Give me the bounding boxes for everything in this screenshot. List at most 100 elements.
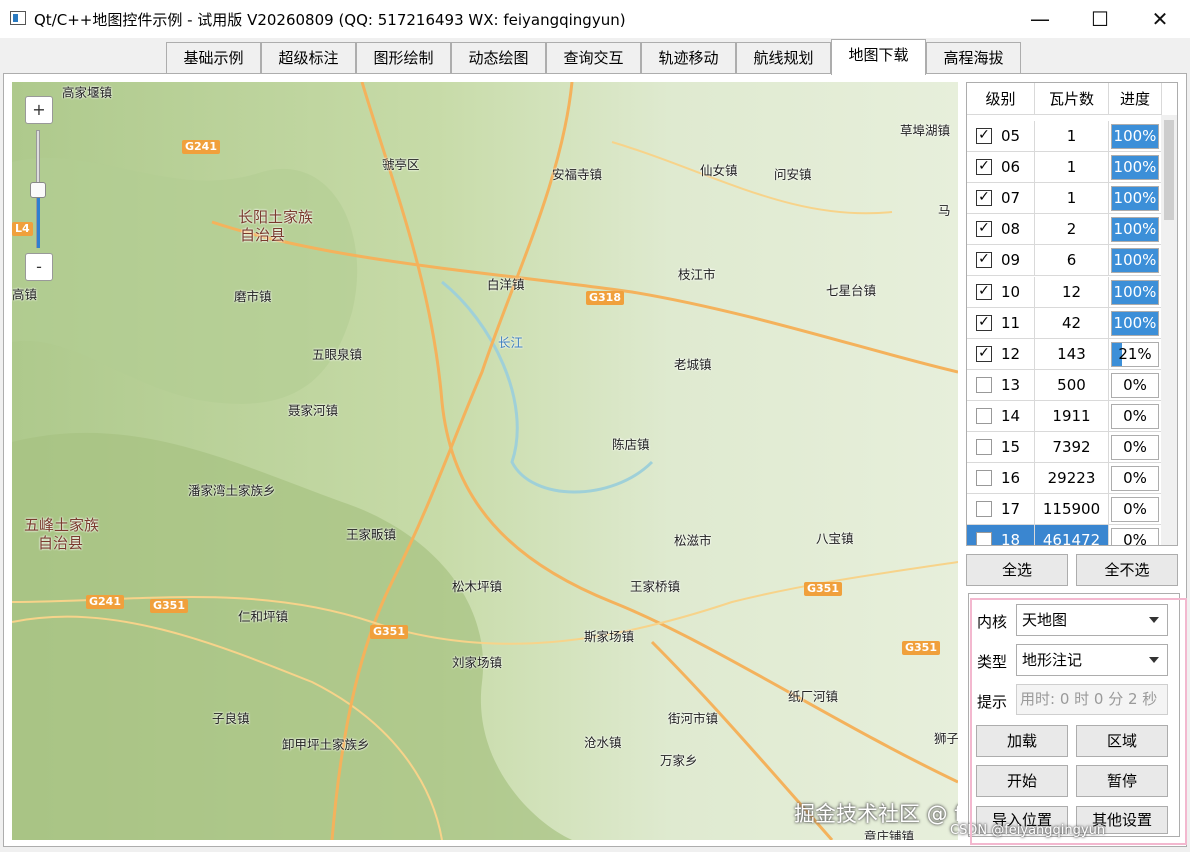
close-button[interactable]: ✕: [1137, 0, 1183, 38]
progress-cell: 0%: [1109, 400, 1162, 432]
minimize-button[interactable]: —: [1017, 0, 1063, 38]
progress-bar: 100%: [1111, 248, 1159, 274]
zoom-slider-handle[interactable]: [30, 182, 46, 198]
tab-map-download[interactable]: 地图下载: [831, 39, 926, 75]
progress-cell: 0%: [1109, 463, 1162, 495]
tab-query[interactable]: 查询交互: [546, 42, 641, 74]
tab-basic[interactable]: 基础示例: [166, 42, 261, 74]
level-checkbox[interactable]: ✓: [976, 345, 992, 362]
progress-text: 100%: [1113, 158, 1157, 177]
map-view[interactable]: 高家堰镇 虢亭区 安福寺镇 仙女镇 问安镇 草埠湖镇 长阳土家族 自治县 马 磨…: [12, 82, 958, 840]
level-cell[interactable]: ✓ 10: [967, 276, 1035, 308]
level-cell[interactable]: ✓ 06: [967, 152, 1035, 184]
level-cell[interactable]: 17: [967, 494, 1035, 526]
level-checkbox[interactable]: ✓: [976, 159, 992, 176]
tab-dynamic-draw[interactable]: 动态绘图: [451, 42, 546, 74]
table-row[interactable]: 15 7392 0%: [967, 432, 1162, 463]
table-row[interactable]: ✓ 09 6 100%: [967, 245, 1162, 277]
map-label: 松木坪镇: [452, 579, 503, 594]
tab-elevation[interactable]: 高程海拔: [926, 42, 1021, 74]
level-checkbox[interactable]: [976, 407, 992, 424]
map-label: 磨市镇: [234, 289, 272, 304]
table-row[interactable]: 17 115900 0%: [967, 494, 1162, 526]
table-row[interactable]: 16 29223 0%: [967, 463, 1162, 495]
tile-level-table[interactable]: 级别 瓦片数 进度 ✓ 05 1 100% ✓ 06 1 100% ✓ 07 1 100% ✓ 08 2 10…: [966, 82, 1178, 546]
road-marker: G241: [86, 595, 124, 609]
column-header-progress[interactable]: 进度: [1109, 83, 1162, 115]
table-scrollbar-thumb[interactable]: [1164, 120, 1174, 220]
tab-track[interactable]: 轨迹移动: [641, 42, 736, 74]
level-value: 15: [1001, 438, 1021, 456]
table-row[interactable]: ✓ 07 1 100%: [967, 183, 1162, 215]
level-checkbox[interactable]: ✓: [976, 283, 992, 300]
map-label: 白洋镇: [487, 277, 525, 292]
highlight-frame: [970, 598, 1187, 845]
level-checkbox[interactable]: [976, 470, 992, 487]
progress-bar: 0%: [1111, 466, 1159, 492]
level-checkbox[interactable]: ✓: [976, 190, 992, 207]
progress-text: 0%: [1123, 406, 1147, 425]
table-row[interactable]: ✓ 08 2 100%: [967, 214, 1162, 246]
table-row[interactable]: ✓ 05 1 100%: [967, 121, 1162, 152]
level-checkbox[interactable]: [976, 376, 992, 393]
map-label: 刘家场镇: [452, 655, 503, 670]
tab-shape-draw[interactable]: 图形绘制: [356, 42, 451, 74]
table-row[interactable]: ✓ 06 1 100%: [967, 152, 1162, 184]
select-none-button[interactable]: 全不选: [1076, 554, 1178, 586]
terrain-map: [12, 82, 958, 840]
zoom-out-button[interactable]: -: [25, 253, 53, 281]
progress-bar: 0%: [1111, 372, 1159, 398]
tab-route[interactable]: 航线规划: [736, 42, 831, 74]
table-row[interactable]: 14 1911 0%: [967, 400, 1162, 432]
level-cell[interactable]: ✓ 08: [967, 214, 1035, 246]
select-all-button[interactable]: 全选: [966, 554, 1068, 586]
level-checkbox[interactable]: ✓: [976, 314, 992, 331]
level-checkbox[interactable]: [976, 532, 992, 545]
level-checkbox[interactable]: [976, 501, 992, 518]
level-cell[interactable]: 13: [967, 369, 1035, 401]
level-cell[interactable]: 18: [967, 525, 1035, 545]
map-label: 高镇: [12, 287, 38, 302]
level-cell[interactable]: 14: [967, 400, 1035, 432]
table-row[interactable]: ✓ 12 143 21%: [967, 338, 1162, 370]
level-cell[interactable]: ✓ 12: [967, 338, 1035, 370]
map-label: 高家堰镇: [62, 85, 113, 100]
tile-count-cell: 1: [1035, 121, 1109, 152]
level-checkbox[interactable]: ✓: [976, 252, 992, 269]
progress-bar: 21%: [1111, 341, 1159, 367]
level-cell[interactable]: 15: [967, 432, 1035, 463]
level-checkbox[interactable]: ✓: [976, 128, 992, 144]
progress-cell: 0%: [1109, 525, 1162, 545]
level-cell[interactable]: ✓ 07: [967, 183, 1035, 215]
level-value: 13: [1001, 375, 1021, 394]
level-cell[interactable]: ✓ 09: [967, 245, 1035, 277]
maximize-button[interactable]: ☐: [1077, 0, 1123, 38]
zoom-in-button[interactable]: +: [25, 96, 53, 124]
tile-count-cell: 42: [1035, 307, 1109, 339]
tab-super-marker[interactable]: 超级标注: [261, 42, 356, 74]
table-row[interactable]: 13 500 0%: [967, 369, 1162, 401]
progress-bar: 100%: [1111, 217, 1159, 243]
road-marker: L4: [12, 222, 33, 236]
column-header-level[interactable]: 级别: [967, 83, 1035, 115]
level-cell[interactable]: ✓ 05: [967, 121, 1035, 152]
map-label: 马: [938, 203, 951, 218]
level-cell[interactable]: ✓ 11: [967, 307, 1035, 339]
table-row[interactable]: ✓ 10 12 100%: [967, 276, 1162, 308]
map-label: 虢亭区: [382, 157, 420, 172]
table-row[interactable]: 18 461472 0%: [967, 525, 1162, 545]
progress-text: 100%: [1113, 251, 1157, 270]
map-label: 五眼泉镇: [312, 347, 363, 362]
progress-cell: 100%: [1109, 121, 1162, 152]
level-value: 08: [1001, 220, 1021, 239]
level-cell[interactable]: 16: [967, 463, 1035, 495]
progress-text: 0%: [1123, 438, 1147, 456]
column-header-tiles[interactable]: 瓦片数: [1035, 83, 1109, 115]
level-checkbox[interactable]: [976, 439, 992, 455]
progress-bar: 0%: [1111, 528, 1159, 545]
table-row[interactable]: ✓ 11 42 100%: [967, 307, 1162, 339]
level-checkbox[interactable]: ✓: [976, 221, 992, 238]
progress-cell: 100%: [1109, 183, 1162, 215]
progress-bar: 0%: [1111, 403, 1159, 429]
progress-cell: 100%: [1109, 307, 1162, 339]
